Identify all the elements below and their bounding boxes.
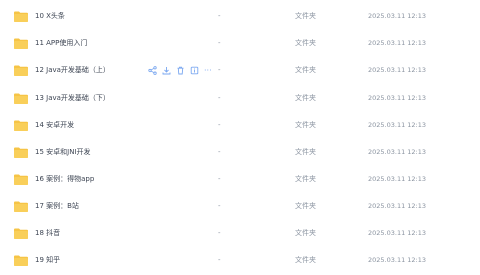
file-name[interactable]: 19 知乎 (35, 255, 60, 266)
file-name[interactable]: 16 案例：得物app (35, 174, 94, 185)
file-size: - (218, 121, 221, 129)
file-row-11[interactable]: 11 APP使用入门 - 文件夹 2025.03.11 12:13 (0, 31, 480, 58)
file-date: 2025.03.11 12:13 (368, 94, 427, 102)
file-row-16[interactable]: 16 案例：得物app - 文件夹 2025.03.11 12:13 (0, 167, 480, 194)
file-size: - (218, 202, 221, 210)
file-type: 文件夹 (295, 121, 316, 129)
file-type: 文件夹 (295, 94, 316, 102)
file-row-14[interactable]: 14 安卓开发 - 文件夹 2025.03.11 12:13 (0, 113, 480, 140)
file-type: 文件夹 (295, 12, 316, 20)
file-date: 2025.03.11 12:13 (368, 202, 427, 210)
file-type: 文件夹 (295, 39, 316, 47)
file-date: 2025.03.11 12:13 (368, 39, 427, 47)
file-name[interactable]: 12 Java开发基础（上） (35, 65, 110, 76)
share-icon[interactable] (148, 65, 157, 75)
file-type: 文件夹 (295, 229, 316, 237)
file-date: 2025.03.11 12:13 (368, 12, 427, 20)
file-date: 2025.03.11 12:13 (368, 256, 427, 264)
folder-icon (14, 147, 28, 158)
file-row-10[interactable]: 10 X头条 - 文件夹 2025.03.11 12:13 (0, 4, 480, 31)
file-type: 文件夹 (295, 175, 316, 183)
file-size: - (218, 148, 221, 156)
file-date: 2025.03.11 12:13 (368, 121, 427, 129)
file-type: 文件夹 (295, 202, 316, 210)
folder-icon (14, 174, 28, 185)
file-size: - (218, 39, 221, 47)
file-name[interactable]: 15 安卓和JNI开发 (35, 147, 91, 158)
file-name[interactable]: 13 Java开发基础（下） (35, 93, 110, 104)
more-icon[interactable]: ··· (204, 66, 213, 75)
file-size: - (218, 175, 221, 183)
file-date: 2025.03.11 12:13 (368, 66, 427, 74)
delete-icon[interactable] (176, 66, 185, 75)
file-row-17[interactable]: 17 案例：B站 - 文件夹 2025.03.11 12:13 (0, 194, 480, 221)
row-actions: ··· (148, 64, 213, 76)
file-row-18[interactable]: 18 抖音 - 文件夹 2025.03.11 12:13 (0, 221, 480, 248)
file-name[interactable]: 10 X头条 (35, 11, 65, 22)
download-icon[interactable] (162, 66, 171, 75)
file-name[interactable]: 18 抖音 (35, 228, 60, 239)
file-name[interactable]: 11 APP使用入门 (35, 38, 87, 49)
file-size: - (218, 12, 221, 20)
file-size: - (218, 256, 221, 264)
file-row-19[interactable]: 19 知乎 - 文件夹 2025.03.11 12:13 (0, 248, 480, 275)
file-size: - (218, 94, 221, 102)
folder-icon (14, 65, 28, 76)
file-list: 10 X头条 - 文件夹 2025.03.11 12:13 11 APP使用入门… (0, 0, 480, 270)
info-icon[interactable] (190, 66, 199, 75)
folder-icon (14, 228, 28, 239)
folder-icon (14, 11, 28, 22)
folder-icon (14, 201, 28, 212)
file-size: - (218, 66, 221, 74)
file-date: 2025.03.11 12:13 (368, 175, 427, 183)
folder-icon (14, 93, 28, 104)
file-name[interactable]: 14 安卓开发 (35, 120, 74, 131)
file-type: 文件夹 (295, 256, 316, 264)
file-row-12[interactable]: 12 Java开发基础（上） ··· - 文件夹 2025.03.11 12:1… (0, 58, 480, 85)
file-type: 文件夹 (295, 148, 316, 156)
folder-icon (14, 120, 28, 131)
folder-icon (14, 38, 28, 49)
file-size: - (218, 229, 221, 237)
file-name[interactable]: 17 案例：B站 (35, 201, 79, 212)
folder-icon (14, 255, 28, 266)
file-date: 2025.03.11 12:13 (368, 148, 427, 156)
file-row-15[interactable]: 15 安卓和JNI开发 - 文件夹 2025.03.11 12:13 (0, 140, 480, 167)
file-row-13[interactable]: 13 Java开发基础（下） - 文件夹 2025.03.11 12:13 (0, 86, 480, 113)
file-type: 文件夹 (295, 66, 316, 74)
file-date: 2025.03.11 12:13 (368, 229, 427, 237)
